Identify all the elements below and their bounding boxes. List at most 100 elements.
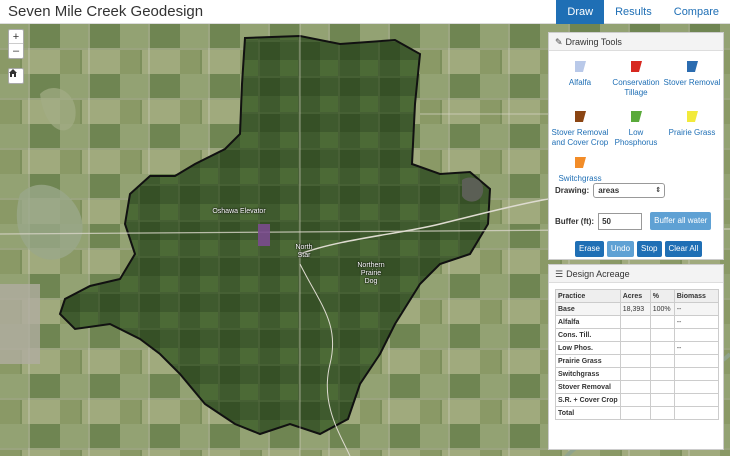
home-icon: [9, 69, 17, 77]
flag-icon: [574, 157, 586, 168]
flag-icon: [630, 61, 642, 72]
table-row: Low Phos. --: [555, 341, 720, 355]
tab-compare[interactable]: Compare: [663, 0, 730, 24]
app-header: Seven Mile Creek Geodesign Draw Results …: [0, 0, 730, 24]
table-cell: Switchgrass: [555, 367, 621, 381]
buffer-row: Buffer (ft): 50 Buffer all water: [555, 212, 712, 230]
drawing-mode-row: Drawing: areas ⇕: [555, 183, 666, 198]
practice-label: Prairie Grass: [668, 128, 716, 137]
table-row: S.R. + Cover Crop: [555, 393, 720, 407]
table-cell: [673, 367, 720, 381]
practice-label: Stover Removal and Cover Crop: [551, 128, 609, 147]
table-cell: [619, 393, 651, 407]
table-cell: [619, 406, 651, 420]
select-caret-icon: ⇕: [655, 187, 662, 194]
table-cell: --: [673, 315, 720, 329]
table-cell: [649, 380, 675, 394]
table-cell: Prairie Grass: [555, 354, 621, 368]
column-header: Biomass: [673, 289, 720, 303]
practice-swatches: Alfalfa Conservation Tillage Stover Remo…: [549, 51, 723, 185]
table-cell: [649, 341, 675, 355]
table-cell: [673, 380, 720, 394]
tab-results[interactable]: Results: [604, 0, 663, 24]
erase-button[interactable]: Erase: [575, 241, 604, 257]
drawing-tools-title: Drawing Tools: [565, 37, 622, 47]
table-cell: Alfalfa: [555, 315, 621, 329]
table-cell: [649, 354, 675, 368]
practice-label: Conservation Tillage: [612, 78, 660, 97]
flag-icon: [574, 61, 586, 72]
table-cell: [619, 380, 651, 394]
table-header-row: Practice Acres % Biomass: [555, 289, 720, 303]
table-cell: [649, 328, 675, 342]
design-acreage-title: Design Acreage: [566, 269, 630, 279]
clear-all-button[interactable]: Clear All: [664, 241, 703, 257]
list-icon: ☰: [555, 269, 564, 279]
table-cell: [673, 406, 720, 420]
table-cell: S.R. + Cover Crop: [555, 393, 621, 407]
zoom-out-button[interactable]: –: [9, 44, 23, 58]
practice-conservation-tillage[interactable]: Conservation Tillage: [607, 61, 665, 98]
zoom-control: + –: [8, 29, 24, 59]
table-cell: [649, 367, 675, 381]
flag-icon: [686, 61, 698, 72]
table-cell: [619, 341, 651, 355]
drawing-mode-value: areas: [598, 186, 620, 195]
main-nav: Draw Results Compare: [556, 0, 730, 24]
map-label-north-star: North Star: [295, 244, 313, 259]
drawing-mode-select[interactable]: areas ⇕: [593, 183, 666, 198]
table-cell: [673, 354, 720, 368]
home-button[interactable]: [8, 68, 24, 84]
app-title: Seven Mile Creek Geodesign: [8, 3, 204, 20]
practice-prairie-grass[interactable]: Prairie Grass: [663, 111, 721, 138]
table-row: Switchgrass: [555, 367, 720, 381]
buffer-input[interactable]: 50: [598, 212, 643, 230]
undo-button[interactable]: Undo: [606, 241, 635, 257]
tab-draw[interactable]: Draw: [556, 0, 605, 24]
table-cell: Stover Removal: [555, 380, 621, 394]
table-cell: [619, 354, 651, 368]
table-cell: 18,393: [619, 302, 651, 316]
stop-button[interactable]: Stop: [637, 241, 662, 257]
table-cell: [649, 406, 675, 420]
practice-switchgrass[interactable]: Switchgrass: [551, 157, 609, 184]
table-row: Prairie Grass: [555, 354, 720, 368]
table-cell: Base: [555, 302, 621, 316]
table-cell: [649, 315, 675, 329]
table-row: Alfalfa --: [555, 315, 720, 329]
table-cell: Low Phos.: [555, 341, 621, 355]
column-header: Acres: [619, 289, 651, 303]
flag-icon: [574, 111, 586, 122]
design-acreage-header: ☰ Design Acreage: [549, 265, 723, 283]
flag-icon: [686, 111, 698, 122]
drawing-tools-panel: ✎ Drawing Tools Alfalfa Conservation Till…: [548, 32, 724, 260]
table-cell: --: [673, 302, 720, 316]
practice-label: Stover Removal: [663, 78, 721, 87]
drawing-actions: Erase Undo Stop Clear All: [575, 241, 703, 257]
practice-stover-removal[interactable]: Stover Removal: [663, 61, 721, 88]
table-row: Stover Removal: [555, 380, 720, 394]
practice-label: Switchgrass: [558, 174, 602, 183]
table-cell: 100%: [649, 302, 675, 316]
practice-label: Alfalfa: [568, 78, 592, 87]
table-cell: [619, 328, 651, 342]
acreage-table: Practice Acres % Biomass Base 18,393 100…: [555, 289, 720, 420]
table-cell: Cons. Till.: [555, 328, 621, 342]
practice-low-phosphorus[interactable]: Low Phosphorus: [607, 111, 665, 148]
practice-label: Low Phosphorus: [614, 128, 658, 147]
table-cell: [619, 367, 651, 381]
buffer-all-water-button[interactable]: Buffer all water: [650, 212, 712, 230]
pencil-icon: ✎: [555, 37, 563, 47]
table-cell: Total: [555, 406, 621, 420]
practice-alfalfa[interactable]: Alfalfa: [551, 61, 609, 88]
table-row: Cons. Till.: [555, 328, 720, 342]
zoom-in-button[interactable]: +: [9, 30, 23, 44]
table-cell: [619, 315, 651, 329]
map-label-elevator: Oshawa Elevator: [212, 208, 266, 215]
table-cell: --: [673, 341, 720, 355]
drawing-mode-label: Drawing:: [555, 186, 590, 195]
practice-stover-cover-crop[interactable]: Stover Removal and Cover Crop: [551, 111, 609, 148]
drawing-tools-header: ✎ Drawing Tools: [549, 33, 723, 51]
table-cell: [673, 328, 720, 342]
map-label-prairie-dog: Northern Prairie Dog: [357, 262, 385, 285]
